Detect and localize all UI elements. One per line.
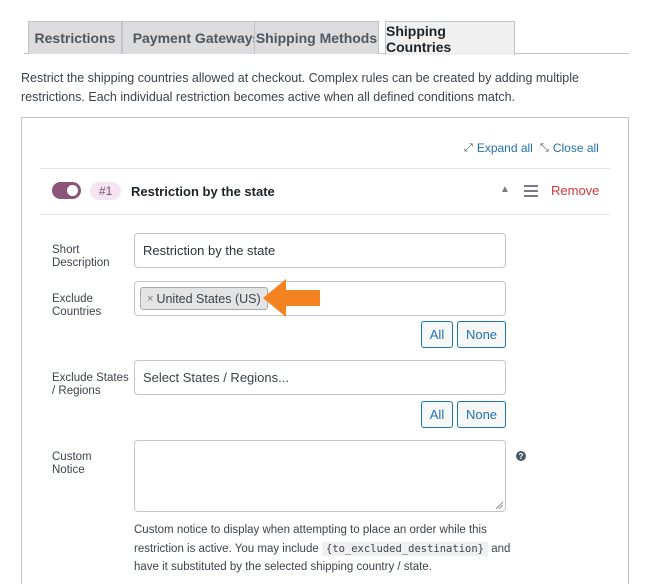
tab-payment-gateways[interactable]: Payment Gateways <box>122 21 271 54</box>
exclude-countries-label: Exclude Countries <box>52 293 102 318</box>
states-placeholder: Select States / Regions... <box>143 370 289 385</box>
drag-handle-icon[interactable] <box>524 185 538 200</box>
tab-shipping-countries[interactable]: Shipping Countries <box>385 21 515 55</box>
rule-title: Restriction by the state <box>131 184 275 199</box>
tab-label: Shipping Methods <box>255 30 378 46</box>
custom-notice-description: Custom notice to display when attempting… <box>134 521 514 577</box>
orange-arrow-annotation <box>263 279 320 317</box>
tab-label: Restrictions <box>34 30 116 46</box>
tab-bar: Restrictions Payment Gateways Shipping M… <box>24 21 629 55</box>
close-all-label: Close all <box>552 141 599 155</box>
states-none-button[interactable]: None <box>457 401 506 428</box>
exclude-states-label: Exclude States / Regions <box>52 372 129 397</box>
tab-restrictions[interactable]: Restrictions <box>28 21 122 54</box>
remove-rule-link[interactable]: Remove <box>551 183 599 198</box>
countries-none-button[interactable]: None <box>457 321 506 348</box>
expand-all-label: Expand all <box>476 141 533 155</box>
tab-label: Shipping Countries <box>386 22 452 55</box>
countries-all-button[interactable]: All <box>421 321 453 348</box>
collapse-icon: ⤡ <box>540 141 549 154</box>
tab-label: Payment Gateways <box>132 30 261 46</box>
help-icon[interactable]: ? <box>516 451 526 461</box>
tab-shipping-methods[interactable]: Shipping Methods <box>254 21 379 54</box>
rule-enabled-toggle[interactable] <box>52 182 81 199</box>
resize-grip-icon[interactable] <box>495 501 503 509</box>
country-chip: × United States (US) <box>140 287 268 310</box>
rule-header: #1 Restriction by the state ▲ Remove <box>40 168 610 215</box>
chip-label: United States (US) <box>156 291 261 306</box>
short-description-input[interactable]: Restriction by the state <box>134 233 506 268</box>
notice-placeholder-code: {to_excluded_destination} <box>321 541 488 556</box>
chip-remove-icon[interactable]: × <box>147 293 153 305</box>
short-description-label: Short Description <box>52 244 110 269</box>
short-description-value: Restriction by the state <box>143 243 276 258</box>
rule-number-badge: #1 <box>90 182 122 200</box>
close-all-link[interactable]: ⤡ Close all <box>540 141 599 155</box>
custom-notice-textarea[interactable] <box>134 440 506 512</box>
toggle-knob <box>67 185 78 196</box>
states-all-button[interactable]: All <box>421 401 453 428</box>
expand-icon: ⤢ <box>464 141 473 154</box>
custom-notice-label: Custom Notice <box>52 451 92 476</box>
intro-text: Restrict the shipping countries allowed … <box>21 71 579 104</box>
collapse-caret-icon[interactable]: ▲ <box>500 184 510 195</box>
exclude-states-select[interactable]: Select States / Regions... <box>134 360 506 395</box>
expand-all-link[interactable]: ⤢ Expand all <box>464 141 533 155</box>
